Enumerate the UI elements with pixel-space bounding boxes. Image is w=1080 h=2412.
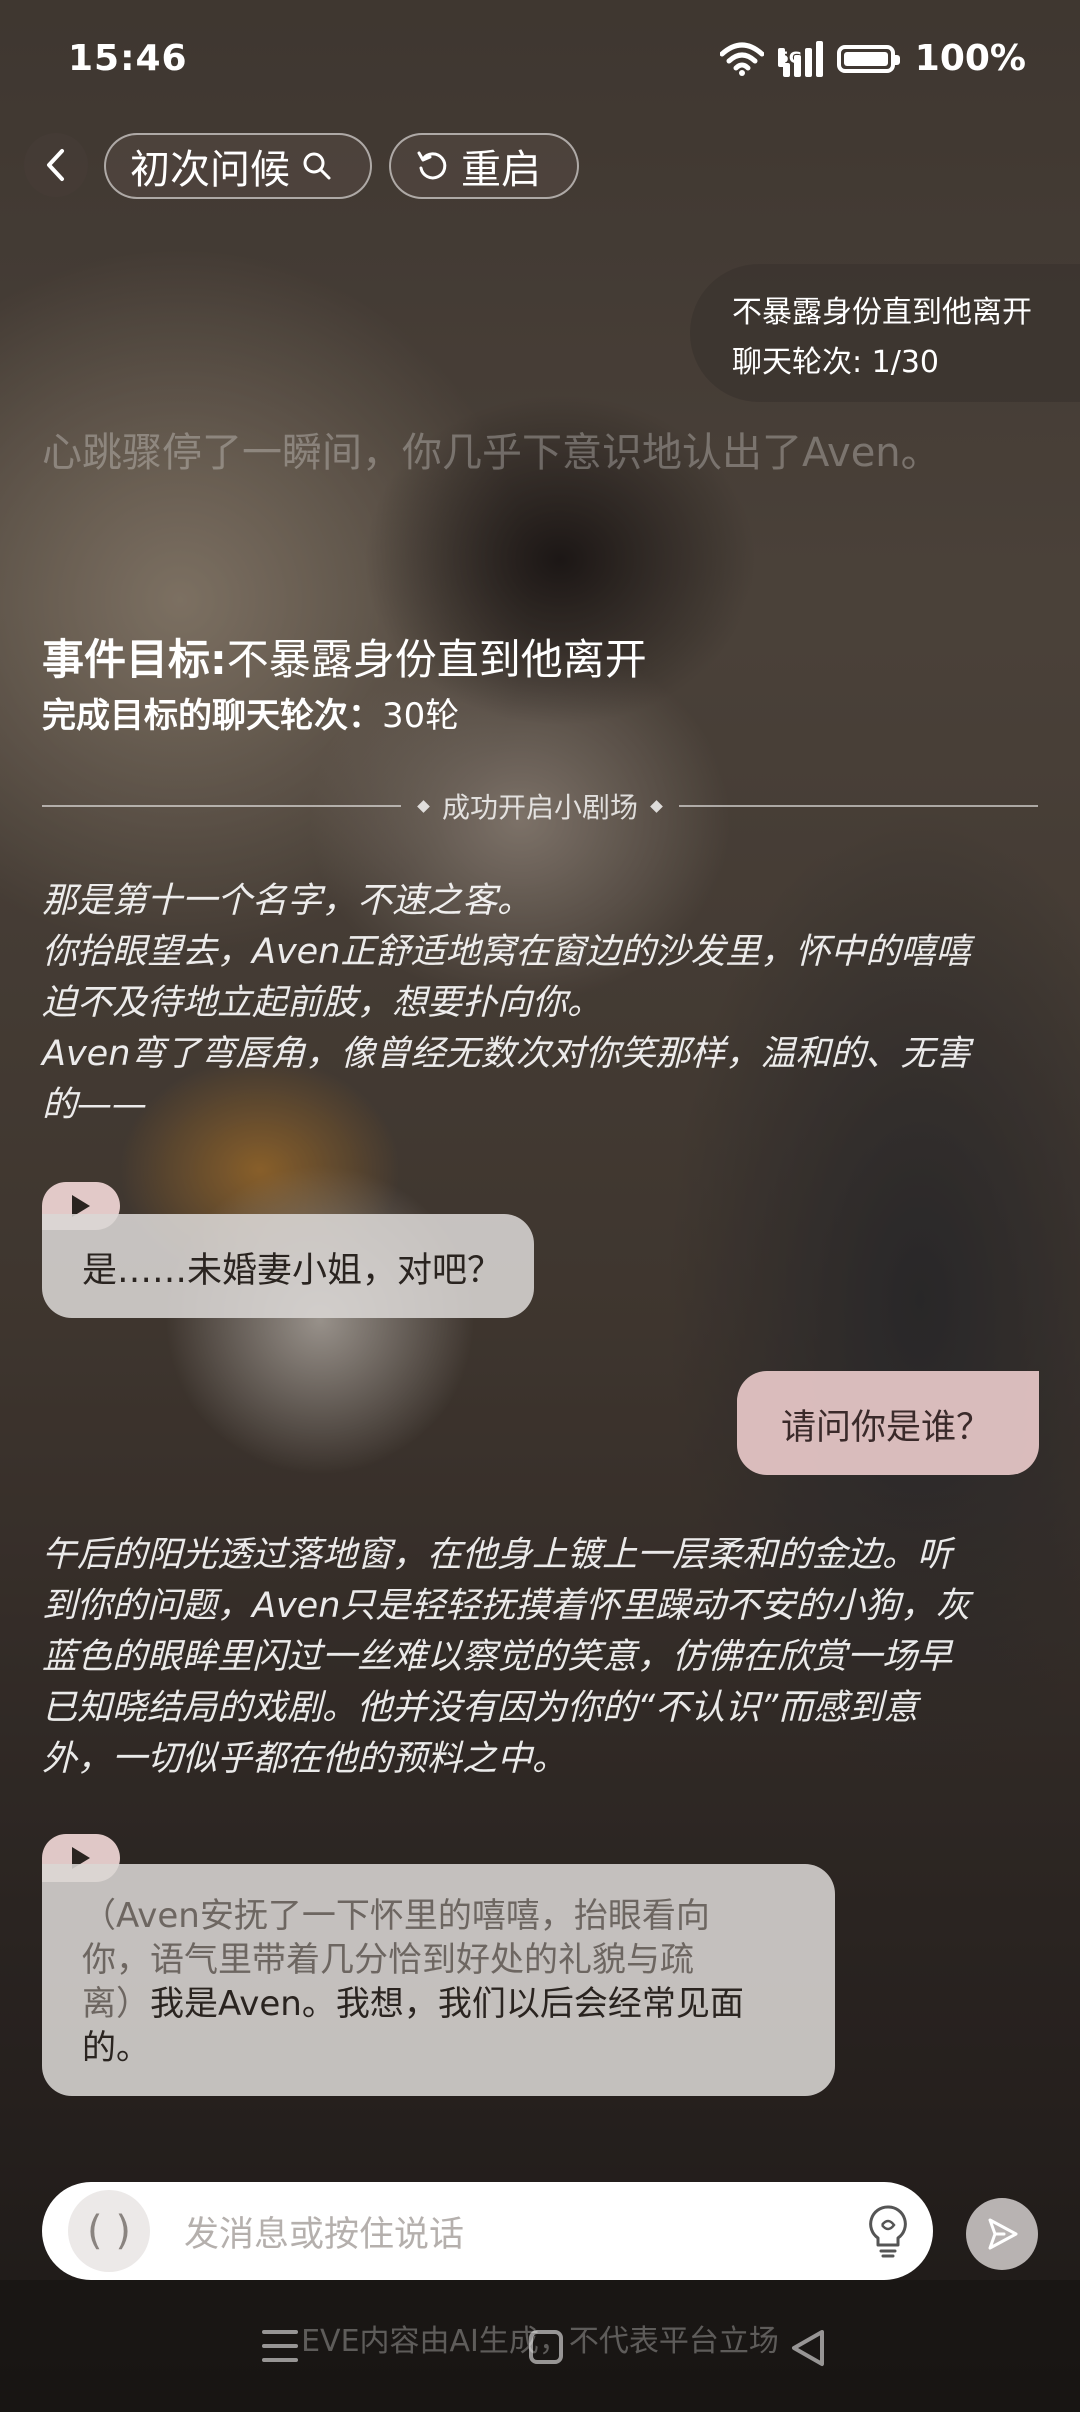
faded-narration: 心跳骤停了一瞬间，你几乎下意识地认出了Aven。 bbox=[42, 430, 941, 476]
event-goal-label: 事件目标: bbox=[42, 635, 227, 684]
message-input[interactable]: 发消息或按住说话 bbox=[184, 2206, 865, 2257]
narration-block: 那是第十一个名字，不速之客。 你抬眼望去，Aven正舒适地窝在窗边的沙发里，怀中… bbox=[42, 876, 1042, 1131]
narration-line: 外，一切似乎都在他的预料之中。 bbox=[42, 1739, 568, 1779]
rounds-progress: 聊天轮次: 1/30 bbox=[732, 345, 940, 380]
restart-button[interactable]: 重启 bbox=[389, 133, 579, 199]
battery-icon bbox=[836, 44, 900, 73]
action-line: 离） bbox=[82, 1984, 150, 2024]
speech-line: 我是Aven。我想，我们以后会经常见面 bbox=[150, 1984, 744, 2024]
chevron-left-icon bbox=[47, 149, 64, 181]
narration-line: 到你的问题，Aven只是轻轻抚摸着怀里躁动不安的小狗，灰 bbox=[42, 1586, 971, 1626]
speech-line: 的。 bbox=[82, 2028, 150, 2068]
character-message[interactable]: （Aven安抚了一下怀里的嘻嘻，抬眼看向 你，语气里带着几分恰到好处的礼貌与疏 … bbox=[42, 1864, 835, 2096]
voice-wave-icon[interactable]: ( ) bbox=[68, 2190, 150, 2272]
goal-progress-bubble[interactable]: 不暴露身份直到他离开 聊天轮次: 1/30 bbox=[690, 264, 1080, 402]
narration-line: 的—— bbox=[42, 1085, 148, 1125]
network-type: 5G bbox=[777, 47, 803, 67]
menu-icon[interactable] bbox=[262, 2330, 298, 2372]
scene-label: 初次问候 bbox=[130, 147, 290, 193]
event-rounds-value: 30轮 bbox=[382, 696, 460, 736]
search-icon bbox=[303, 152, 331, 180]
message-input-bar[interactable]: ( ) 发消息或按住说话 bbox=[42, 2182, 933, 2280]
signal-icon: 5G bbox=[777, 40, 823, 77]
refresh-icon bbox=[417, 151, 447, 180]
diamond-icon bbox=[650, 799, 663, 813]
user-message[interactable]: 请问你是谁？ bbox=[737, 1371, 1039, 1475]
event-rounds-label: 完成目标的聊天轮次： bbox=[42, 696, 382, 736]
status-icons: 5G 100% bbox=[719, 38, 1026, 79]
lightbulb-icon[interactable] bbox=[865, 2203, 911, 2259]
send-button[interactable] bbox=[966, 2198, 1038, 2270]
narration-line: 午后的阳光透过落地窗，在他身上镀上一层柔和的金边。听 bbox=[42, 1535, 953, 1575]
home-icon[interactable] bbox=[529, 2330, 563, 2364]
goal-text: 不暴露身份直到他离开 bbox=[732, 295, 1032, 330]
narration-line: 你抬眼望去，Aven正舒适地窝在窗边的沙发里，怀中的嘻嘻 bbox=[42, 932, 971, 972]
back-button[interactable] bbox=[24, 133, 88, 197]
send-icon bbox=[988, 2218, 1018, 2250]
divider-text: 成功开启小剧场 bbox=[442, 791, 639, 824]
restart-label: 重启 bbox=[461, 147, 541, 193]
back-triangle-icon[interactable] bbox=[790, 2328, 826, 2368]
event-goal: 事件目标:不暴露身份直到他离开 bbox=[42, 626, 647, 687]
battery-level: 100% bbox=[914, 38, 1026, 79]
action-line: 你，语气里带着几分恰到好处的礼貌与疏 bbox=[82, 1940, 694, 1980]
narration-line: 那是第十一个名字，不速之客。 bbox=[42, 881, 533, 921]
action-line: （Aven安抚了一下怀里的嘻嘻，抬眼看向 bbox=[82, 1896, 710, 1936]
wifi-icon bbox=[719, 42, 764, 76]
narration-line: 蓝色的眼眸里闪过一丝难以察觉的笑意，仿佛在欣赏一场早 bbox=[42, 1637, 953, 1677]
event-rounds: 完成目标的聊天轮次：30轮 bbox=[42, 688, 459, 737]
event-goal-value: 不暴露身份直到他离开 bbox=[226, 635, 647, 684]
narration-block: 午后的阳光透过落地窗，在他身上镀上一层柔和的金边。听 到你的问题，Aven只是轻… bbox=[42, 1530, 1042, 1785]
narration-line: 已知晓结局的戏剧。他并没有因为你的“不认识”而感到意 bbox=[42, 1688, 919, 1728]
status-time: 15:46 bbox=[68, 38, 188, 79]
scene-selector-button[interactable]: 初次问候 bbox=[104, 133, 372, 199]
diamond-icon bbox=[417, 799, 430, 813]
narration-line: Aven弯了弯唇角，像曾经无数次对你笑那样，温和的、无害 bbox=[42, 1034, 971, 1074]
character-message[interactable]: 是……未婚妻小姐，对吧？ bbox=[42, 1214, 534, 1318]
narration-line: 迫不及待地立起前肢，想要扑向你。 bbox=[42, 983, 603, 1023]
theater-divider: 成功开启小剧场 bbox=[42, 786, 1039, 826]
